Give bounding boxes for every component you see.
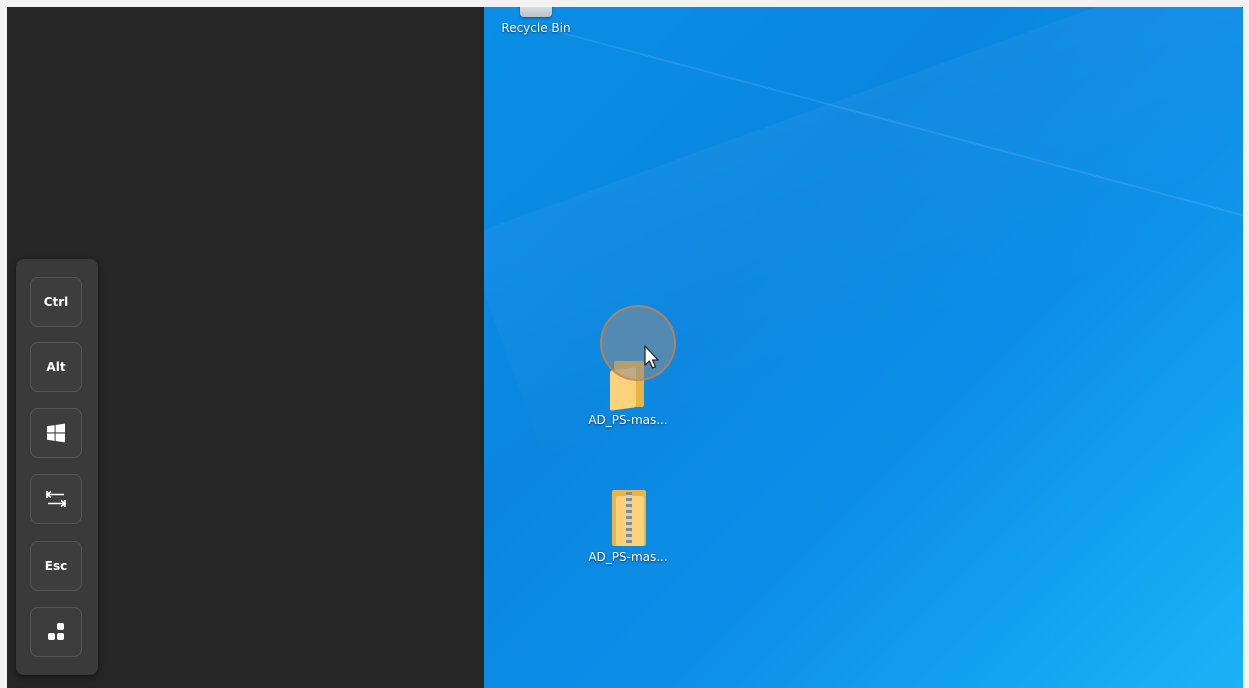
remote-session-frame: Recycle Bin AD_PS-mas... AD_PS-mas... Ct… [7,7,1243,688]
mouse-cursor-icon [644,345,659,369]
desktop-icon-label: AD_PS-mas... [588,550,668,564]
desktop-icon-zip-folder[interactable]: AD_PS-mas... [580,490,676,564]
alt-key-label: Alt [46,360,66,374]
recycle-bin-icon [520,7,552,17]
more-keys-button[interactable] [30,607,82,657]
esc-key[interactable]: Esc [30,541,82,591]
windows-logo-icon [47,423,65,443]
tab-arrows-icon [45,490,67,508]
ctrl-key-label: Ctrl [43,295,69,309]
desktop-icon-label: Recycle Bin [501,21,571,35]
alt-key[interactable]: Alt [30,342,82,392]
more-dots-icon [48,623,64,640]
zip-folder-icon [610,490,646,546]
windows-desktop[interactable]: Recycle Bin AD_PS-mas... AD_PS-mas... [484,7,1243,688]
windows-key[interactable] [30,408,82,458]
esc-key-label: Esc [44,559,68,573]
touch-indicator [600,305,676,381]
tab-key[interactable] [30,474,82,524]
ctrl-key[interactable]: Ctrl [30,277,82,327]
desktop-icon-label: AD_PS-mas... [588,413,668,427]
special-keys-panel: Ctrl Alt Esc [16,259,98,675]
desktop-icon-recycle-bin[interactable]: Recycle Bin [488,7,584,35]
